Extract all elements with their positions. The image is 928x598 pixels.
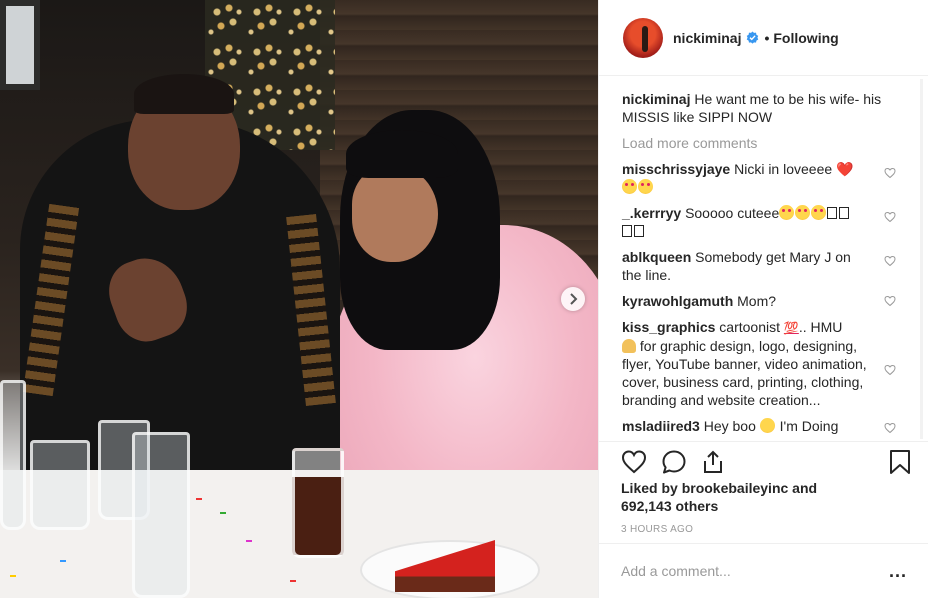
missing-glyph-icon <box>839 207 850 219</box>
photo-confetti <box>220 512 226 514</box>
heart-icon[interactable] <box>884 211 896 223</box>
following-button[interactable]: Following <box>773 30 838 46</box>
comment-icon[interactable] <box>661 449 687 475</box>
comment-username[interactable]: msladiired3 <box>622 418 700 434</box>
load-more-comments[interactable]: Load more comments <box>622 134 928 152</box>
likes-count[interactable]: 692,143 others <box>621 498 718 514</box>
verified-badge-icon <box>747 31 759 44</box>
comment-username[interactable]: ablkqueen <box>622 249 691 265</box>
comment-item: kyrawohlgamuth Mom? <box>622 292 896 310</box>
avatar[interactable] <box>623 17 663 58</box>
comment-username[interactable]: kiss_graphics <box>622 319 715 335</box>
more-options-button[interactable]: ... <box>889 562 907 580</box>
action-bar <box>599 441 928 481</box>
photo-confetti <box>290 580 296 582</box>
likes-summary[interactable]: Liked by brookebaileyinc and 692,143 oth… <box>621 479 841 515</box>
heart-eyes-emoji-icon <box>811 205 827 220</box>
comment-text: I'm Doing <box>779 418 839 434</box>
liked-by-and: and <box>792 480 818 496</box>
photo-confetti <box>246 540 252 542</box>
post-sidebar: nickiminaj • Following nickiminaj He wan… <box>598 0 928 598</box>
post-header: nickiminaj • Following <box>599 0 928 76</box>
missing-glyph-icon <box>827 207 838 219</box>
missing-glyph-icon <box>634 225 644 237</box>
photo-glass <box>0 380 26 530</box>
header-username[interactable]: nickiminaj <box>673 30 741 46</box>
photo-glass <box>30 440 90 530</box>
heart-icon[interactable] <box>884 364 896 376</box>
comment-item: misschrissyjaye Nicki in loveeee ❤️ <box>622 160 896 196</box>
comment-text: .. HMU <box>798 319 843 335</box>
comment-username[interactable]: kyrawohlgamuth <box>622 293 733 309</box>
comment-text: Nicki in loveeee <box>734 161 833 177</box>
post-photo[interactable] <box>0 0 598 598</box>
comment-text: Mom? <box>737 293 777 309</box>
comment-text: for graphic design, logo, designing, fly… <box>622 338 867 408</box>
photo-glass <box>132 432 190 598</box>
comment-item: kiss_graphics cartoonist 💯.. HMU for gra… <box>622 318 896 409</box>
share-icon[interactable] <box>700 449 726 475</box>
next-photo-button[interactable] <box>561 287 585 311</box>
heart-emoji-icon: ❤️ <box>836 161 854 177</box>
liked-by-username[interactable]: brookebaileyinc <box>682 480 789 496</box>
comment-username[interactable]: _.kerrryy <box>622 205 681 221</box>
heart-icon[interactable] <box>884 167 896 179</box>
photo-cola-glass <box>292 448 344 558</box>
photo-confetti <box>60 560 66 562</box>
photo-confetti <box>196 498 202 500</box>
missing-glyph-icon <box>622 225 632 237</box>
comment-item: _.kerrryy Sooooo cuteee <box>622 204 896 240</box>
add-comment-input[interactable] <box>621 563 861 579</box>
photo-wall-frame <box>0 0 40 90</box>
heart-eyes-emoji-icon <box>638 179 653 194</box>
caption-username[interactable]: nickiminaj <box>622 91 690 107</box>
photo-woman-bangs <box>346 130 458 178</box>
photo-confetti <box>10 575 16 577</box>
heart-eyes-emoji-icon <box>622 179 637 194</box>
heart-eyes-emoji-icon <box>779 205 795 220</box>
post-caption: nickiminaj He want me to be his wife- hi… <box>622 90 892 126</box>
photo-woman-face <box>352 166 438 262</box>
hundred-emoji-icon: 💯 <box>783 321 799 335</box>
heart-icon[interactable] <box>884 295 896 307</box>
header-separator: • <box>764 29 770 46</box>
heart-icon[interactable] <box>884 422 896 434</box>
comment-item: ablkqueen Somebody get Mary J on the lin… <box>622 248 896 284</box>
comment-composer <box>599 543 928 598</box>
comments-list: nickiminaj He want me to be his wife- hi… <box>599 77 928 440</box>
post-timestamp[interactable]: 3 HOURS AGO <box>621 524 693 535</box>
comment-text: cartoonist <box>719 319 780 335</box>
bookmark-icon[interactable] <box>887 449 913 475</box>
praying-hands-emoji-icon <box>622 339 636 353</box>
chevron-right-icon <box>570 293 578 305</box>
heart-icon[interactable] <box>621 449 647 475</box>
photo-man-hair <box>134 74 234 114</box>
comment-text: Sooooo cuteee <box>685 205 780 221</box>
comment-username[interactable]: misschrissyjaye <box>622 161 730 177</box>
comment-item: msladiired3 Hey boo I'm Doing <box>622 417 896 435</box>
liked-by-prefix: Liked by <box>621 480 678 496</box>
kissing-emoji-icon <box>759 418 775 433</box>
heart-eyes-emoji-icon <box>795 205 811 220</box>
heart-icon[interactable] <box>884 255 896 267</box>
comment-text: Hey boo <box>703 418 756 434</box>
